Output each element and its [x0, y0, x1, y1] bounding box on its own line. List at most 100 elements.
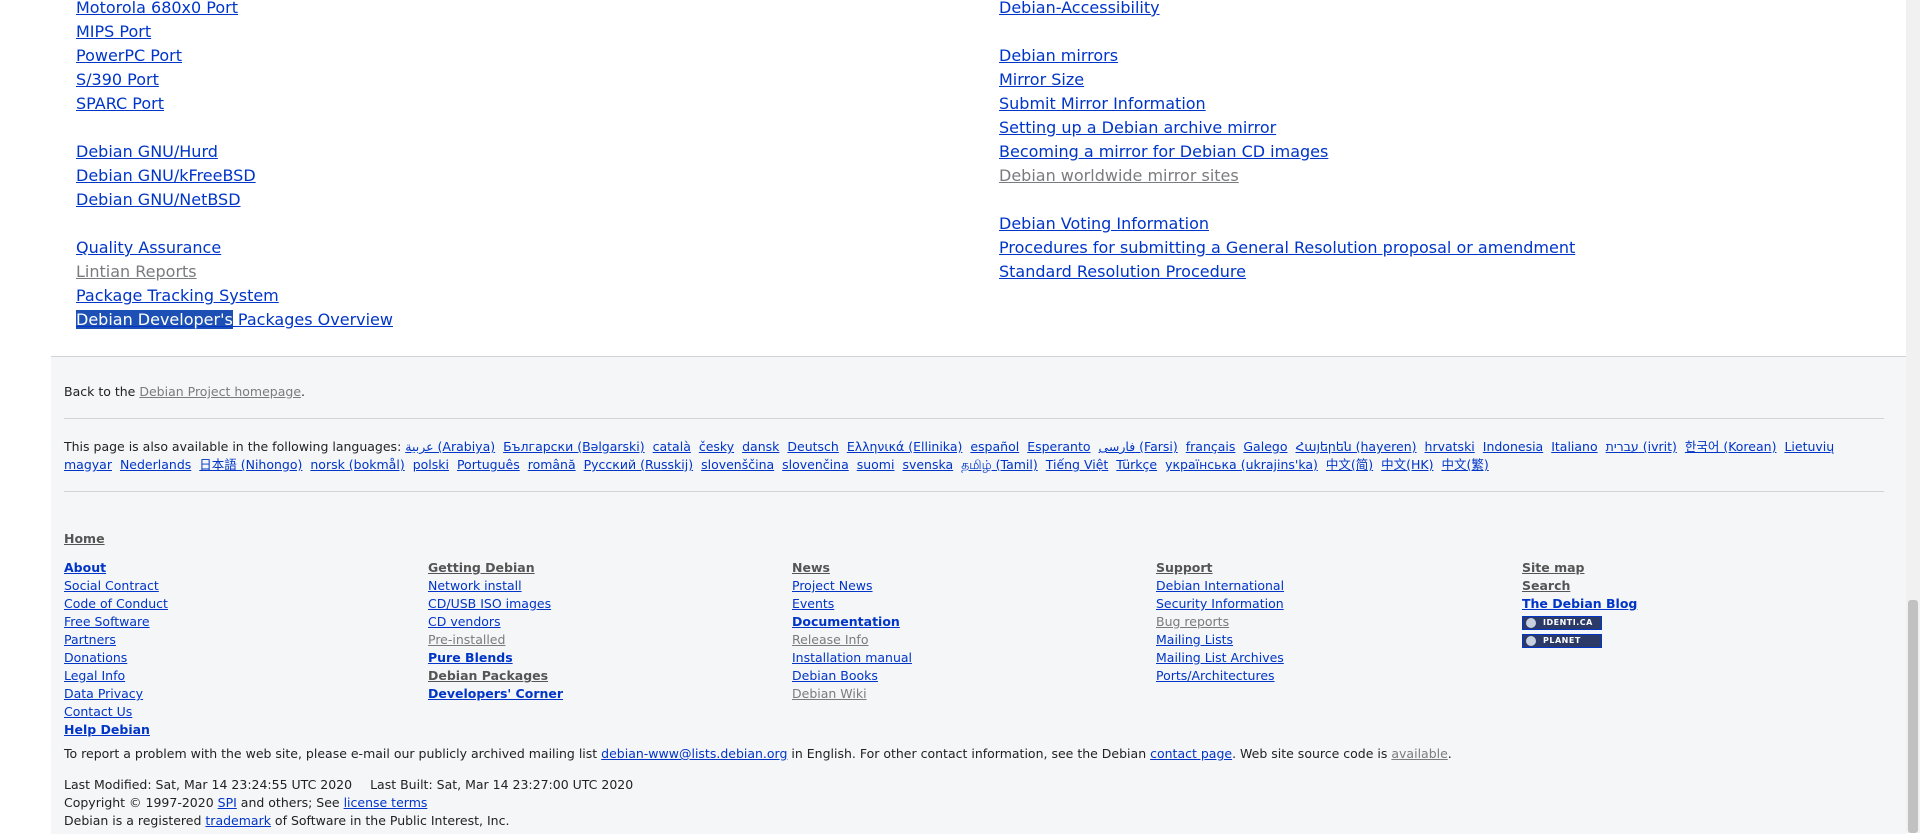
- language-link[interactable]: Italiano: [1551, 439, 1597, 454]
- nav-cd-vendors[interactable]: CD vendors: [428, 613, 563, 631]
- link-standard-resolution-procedure[interactable]: Standard Resolution Procedure: [999, 260, 1575, 284]
- nav-security-information[interactable]: Security Information: [1156, 595, 1284, 613]
- nav-mailing-list-archives[interactable]: Mailing List Archives: [1156, 649, 1284, 667]
- nav-debian-packages[interactable]: Debian Packages: [428, 667, 563, 685]
- nav-developers-corner[interactable]: Developers' Corner: [428, 685, 563, 703]
- link-debian-gnu-kfreebsd[interactable]: Debian GNU/kFreeBSD: [76, 164, 393, 188]
- nav-bug-reports[interactable]: Bug reports: [1156, 613, 1284, 631]
- nav-documentation[interactable]: Documentation: [792, 613, 912, 631]
- language-link[interactable]: hrvatski: [1425, 439, 1475, 454]
- language-link[interactable]: polski: [413, 457, 449, 472]
- language-link[interactable]: தமிழ் (Tamil): [961, 457, 1038, 472]
- nav-legal-info[interactable]: Legal Info: [64, 667, 168, 685]
- nav-events[interactable]: Events: [792, 595, 912, 613]
- link-sparc-port[interactable]: SPARC Port: [76, 92, 393, 116]
- language-link[interactable]: Ελληνικά (Ellinika): [847, 439, 963, 454]
- nav-donations[interactable]: Donations: [64, 649, 168, 667]
- language-link[interactable]: česky: [699, 439, 734, 454]
- link-spi[interactable]: SPI: [218, 795, 237, 810]
- link-debian-gnu-netbsd[interactable]: Debian GNU/NetBSD: [76, 188, 393, 212]
- link-submit-mirror-information[interactable]: Submit Mirror Information: [999, 92, 1575, 116]
- nav-mailing-lists[interactable]: Mailing Lists: [1156, 631, 1284, 649]
- link-license-terms[interactable]: license terms: [344, 795, 428, 810]
- link-general-resolution-procedures[interactable]: Procedures for submitting a General Reso…: [999, 236, 1575, 260]
- link-lintian-reports[interactable]: Lintian Reports: [76, 260, 393, 284]
- language-link[interactable]: slovenščina: [701, 457, 774, 472]
- language-link[interactable]: 한국어 (Korean): [1685, 439, 1777, 454]
- language-link[interactable]: Galego: [1243, 439, 1287, 454]
- language-link[interactable]: عربية (Arabiya): [405, 439, 495, 454]
- link-trademark[interactable]: trademark: [205, 813, 271, 828]
- language-link[interactable]: dansk: [742, 439, 779, 454]
- nav-search[interactable]: Search: [1522, 577, 1637, 595]
- vertical-scrollbar[interactable]: [1906, 0, 1920, 833]
- nav-site-map[interactable]: Site map: [1522, 559, 1637, 577]
- language-link[interactable]: Tiếng Việt: [1046, 457, 1109, 472]
- language-link[interactable]: Русский (Russkij): [584, 457, 693, 472]
- link-mirror-for-cd-images[interactable]: Becoming a mirror for Debian CD images: [999, 140, 1575, 164]
- language-link[interactable]: Indonesia: [1483, 439, 1543, 454]
- link-debian-gnu-hurd[interactable]: Debian GNU/Hurd: [76, 140, 393, 164]
- link-quality-assurance[interactable]: Quality Assurance: [76, 236, 393, 260]
- nav-social-contract[interactable]: Social Contract: [64, 577, 168, 595]
- link-setting-up-archive-mirror[interactable]: Setting up a Debian archive mirror: [999, 116, 1575, 140]
- language-link[interactable]: Türkçe: [1116, 457, 1157, 472]
- nav-help-debian[interactable]: Help Debian: [64, 721, 168, 739]
- link-contact-page[interactable]: contact page: [1150, 746, 1232, 761]
- nav-network-install[interactable]: Network install: [428, 577, 563, 595]
- language-link[interactable]: 中文(简): [1326, 457, 1373, 472]
- language-link[interactable]: Deutsch: [787, 439, 838, 454]
- link-worldwide-mirror-sites[interactable]: Debian worldwide mirror sites: [999, 164, 1575, 188]
- nav-pure-blends[interactable]: Pure Blends: [428, 649, 563, 667]
- nav-installation-manual[interactable]: Installation manual: [792, 649, 912, 667]
- nav-code-of-conduct[interactable]: Code of Conduct: [64, 595, 168, 613]
- link-package-tracking-system[interactable]: Package Tracking System: [76, 284, 393, 308]
- nav-news[interactable]: News: [792, 559, 912, 577]
- language-link[interactable]: norsk (bokmål): [310, 457, 404, 472]
- language-link[interactable]: svenska: [902, 457, 953, 472]
- language-link[interactable]: español: [970, 439, 1019, 454]
- link-s390-port[interactable]: S/390 Port: [76, 68, 393, 92]
- identica-badge-link[interactable]: IDENTI.CA: [1522, 613, 1637, 631]
- language-link[interactable]: slovenčina: [782, 457, 849, 472]
- language-link[interactable]: עברית (ivrit): [1606, 439, 1677, 454]
- language-link[interactable]: Lietuvių: [1784, 439, 1834, 454]
- language-link[interactable]: 中文(繁): [1441, 457, 1488, 472]
- planet-badge-link[interactable]: PLANET: [1522, 631, 1637, 649]
- nav-project-news[interactable]: Project News: [792, 577, 912, 595]
- language-link[interactable]: українська (ukrajins'ka): [1165, 457, 1318, 472]
- nav-debian-wiki[interactable]: Debian Wiki: [792, 685, 912, 703]
- nav-debian-international[interactable]: Debian International: [1156, 577, 1284, 595]
- language-link[interactable]: français: [1186, 439, 1236, 454]
- link-project-homepage[interactable]: Debian Project homepage: [139, 384, 301, 399]
- link-developers-packages-overview[interactable]: Debian Developer's Packages Overview: [76, 308, 393, 332]
- nav-contact-us[interactable]: Contact Us: [64, 703, 168, 721]
- link-debian-www-email[interactable]: debian-www@lists.debian.org: [601, 746, 787, 761]
- link-debian-mirrors[interactable]: Debian mirrors: [999, 44, 1575, 68]
- link-mips-port[interactable]: MIPS Port: [76, 20, 393, 44]
- link-mirror-size[interactable]: Mirror Size: [999, 68, 1575, 92]
- nav-free-software[interactable]: Free Software: [64, 613, 168, 631]
- link-motorola-680x0-port[interactable]: Motorola 680x0 Port: [76, 0, 393, 20]
- language-link[interactable]: 中文(HK): [1381, 457, 1433, 472]
- nav-partners[interactable]: Partners: [64, 631, 168, 649]
- language-link[interactable]: magyar: [64, 457, 112, 472]
- nav-data-privacy[interactable]: Data Privacy: [64, 685, 168, 703]
- language-link[interactable]: català: [653, 439, 691, 454]
- scrollbar-thumb[interactable]: [1908, 600, 1918, 833]
- nav-debian-blog[interactable]: The Debian Blog: [1522, 595, 1637, 613]
- language-link[interactable]: Հայերեն (hayeren): [1295, 439, 1416, 454]
- nav-home[interactable]: Home: [64, 531, 105, 546]
- link-debian-accessibility[interactable]: Debian-Accessibility: [999, 0, 1575, 20]
- nav-debian-books[interactable]: Debian Books: [792, 667, 912, 685]
- language-link[interactable]: română: [528, 457, 576, 472]
- language-link[interactable]: suomi: [857, 457, 895, 472]
- link-source-available[interactable]: available: [1391, 746, 1447, 761]
- language-link[interactable]: فارسی (Farsi): [1098, 439, 1177, 454]
- link-powerpc-port[interactable]: PowerPC Port: [76, 44, 393, 68]
- nav-pre-installed[interactable]: Pre-installed: [428, 631, 563, 649]
- language-link[interactable]: 日本語 (Nihongo): [199, 457, 302, 472]
- language-link[interactable]: Português: [457, 457, 520, 472]
- link-voting-information[interactable]: Debian Voting Information: [999, 212, 1575, 236]
- language-link[interactable]: Esperanto: [1027, 439, 1090, 454]
